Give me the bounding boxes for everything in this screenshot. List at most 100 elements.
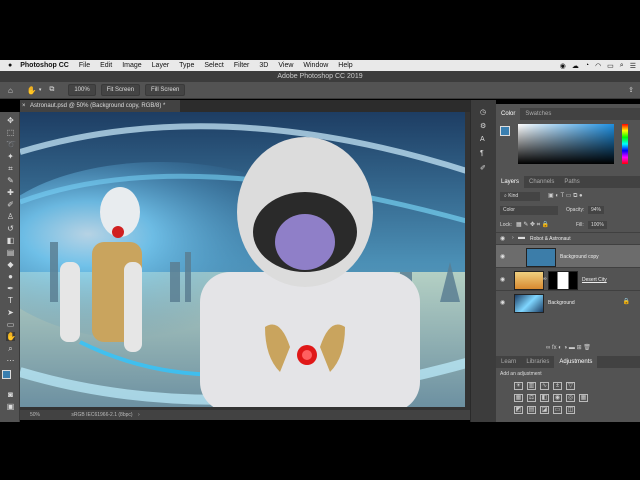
- fill-screen-button[interactable]: Fill Screen: [145, 84, 186, 96]
- menu-photoshop[interactable]: Photoshop CC: [20, 62, 69, 69]
- tab-adjustments[interactable]: Adjustments: [554, 356, 598, 368]
- tab-swatches[interactable]: Swatches: [520, 108, 556, 120]
- hand-tool-icon[interactable]: ✋: [6, 332, 16, 341]
- hue-slider[interactable]: [622, 124, 628, 164]
- black-white-icon[interactable]: ◧: [540, 394, 549, 402]
- quick-mask-icon[interactable]: ◙: [6, 390, 15, 399]
- tab-paths[interactable]: Paths: [559, 176, 584, 188]
- selective-color-icon[interactable]: ◫: [566, 406, 575, 414]
- hand-tool-icon[interactable]: ✋: [27, 86, 37, 95]
- channel-mixer-icon[interactable]: ◎: [566, 394, 575, 402]
- layer-row-desert-city[interactable]: ◉ ∞ Desert City: [496, 267, 640, 291]
- menu-3d[interactable]: 3D: [259, 62, 268, 69]
- sync-icon[interactable]: ◔: [585, 62, 589, 69]
- dodge-tool-icon[interactable]: ●: [6, 272, 15, 281]
- menu-image[interactable]: Image: [122, 62, 141, 69]
- menu-type[interactable]: Type: [179, 62, 194, 69]
- brush-panel-icon[interactable]: ✐: [480, 164, 486, 172]
- scroll-all-windows-icon[interactable]: ⧉: [49, 86, 54, 94]
- layer-mask-thumbnail[interactable]: [548, 271, 578, 290]
- filter-kind-select[interactable]: ⌕ Kind: [500, 192, 540, 201]
- add-mask-icon[interactable]: ◐: [558, 345, 562, 351]
- fill-field[interactable]: 100%: [588, 221, 607, 229]
- more-tools-icon[interactable]: ⋯: [6, 356, 15, 365]
- brightness-contrast-icon[interactable]: ☀: [514, 382, 523, 390]
- blur-tool-icon[interactable]: ◆: [6, 260, 15, 269]
- zoom-tool-icon[interactable]: ⌕: [6, 344, 15, 353]
- new-group-icon[interactable]: ▬: [569, 345, 575, 351]
- hue-saturation-icon[interactable]: ▦: [514, 394, 523, 402]
- menu-filter[interactable]: Filter: [234, 62, 250, 69]
- creative-cloud-icon[interactable]: ☁: [572, 62, 579, 70]
- brush-tool-icon[interactable]: ✐: [6, 200, 15, 209]
- color-lookup-icon[interactable]: ▦: [579, 394, 588, 402]
- apple-icon[interactable]: ●: [8, 62, 12, 69]
- status-icon[interactable]: ◉: [560, 62, 566, 70]
- history-panel-icon[interactable]: ◷: [480, 108, 486, 116]
- menu-help[interactable]: Help: [338, 62, 352, 69]
- layer-row-background[interactable]: ◉ Background 🔒: [496, 290, 640, 314]
- share-icon[interactable]: ⇪: [628, 86, 634, 94]
- lock-icons[interactable]: ▦ ✎ ✥ ⌗ 🔒: [516, 221, 549, 229]
- levels-icon[interactable]: ▥: [527, 382, 536, 390]
- pen-tool-icon[interactable]: ✒: [6, 284, 15, 293]
- tab-learn[interactable]: Learn: [496, 356, 521, 368]
- tab-color[interactable]: Color: [496, 108, 521, 120]
- menu-window[interactable]: Window: [303, 62, 328, 69]
- eyedropper-tool-icon[interactable]: ✎: [6, 176, 15, 185]
- clone-stamp-tool-icon[interactable]: ♙: [6, 212, 15, 221]
- wifi-icon[interactable]: ◠: [595, 62, 601, 70]
- document-tab[interactable]: × Astronaut.psd @ 50% (Background copy, …: [20, 100, 180, 112]
- crop-tool-icon[interactable]: ⌗: [6, 164, 15, 173]
- eye-icon[interactable]: ◉: [500, 299, 505, 306]
- layer-row-background-copy[interactable]: ◉ Background copy: [496, 244, 640, 268]
- tab-libraries[interactable]: Libraries: [521, 356, 554, 368]
- trash-icon[interactable]: 🗑: [583, 345, 591, 351]
- menu-list-icon[interactable]: ☰: [630, 62, 636, 70]
- menu-file[interactable]: File: [79, 62, 90, 69]
- eraser-tool-icon[interactable]: ◧: [6, 236, 15, 245]
- tab-channels[interactable]: Channels: [524, 176, 559, 188]
- type-tool-icon[interactable]: T: [6, 296, 15, 305]
- healing-brush-tool-icon[interactable]: ✚: [6, 188, 15, 197]
- color-picker-field[interactable]: [518, 124, 614, 164]
- opacity-field[interactable]: 94%: [588, 206, 605, 214]
- menu-layer[interactable]: Layer: [152, 62, 170, 69]
- move-tool-icon[interactable]: ✥: [6, 116, 15, 125]
- close-icon[interactable]: ×: [22, 100, 26, 112]
- chain-link-icon[interactable]: ∞: [543, 276, 547, 282]
- color-balance-icon[interactable]: ⚖: [527, 394, 536, 402]
- fit-screen-button[interactable]: Fit Screen: [100, 84, 141, 96]
- eye-icon[interactable]: ◉: [500, 235, 505, 242]
- threshold-icon[interactable]: ◪: [540, 406, 549, 414]
- foreground-color-swatch[interactable]: [2, 370, 11, 379]
- gradient-map-icon[interactable]: ▭: [553, 406, 562, 414]
- zoom-level[interactable]: 50%: [30, 412, 40, 418]
- properties-panel-icon[interactable]: ⚙: [480, 122, 486, 130]
- adjustment-layer-icon[interactable]: ◑: [564, 345, 568, 351]
- home-icon[interactable]: ⌂: [8, 86, 13, 95]
- vibrance-icon[interactable]: ▽: [566, 382, 575, 390]
- layer-filter-icons[interactable]: ▣ ◐ T ▭ ⧉ ●: [548, 192, 583, 200]
- chevron-right-icon[interactable]: ›: [512, 235, 514, 241]
- chevron-right-icon[interactable]: ›: [138, 412, 140, 418]
- link-layers-icon[interactable]: ∞: [546, 345, 550, 351]
- menu-edit[interactable]: Edit: [100, 62, 112, 69]
- tab-layers[interactable]: Layers: [496, 176, 525, 188]
- gradient-tool-icon[interactable]: ▤: [6, 248, 15, 257]
- photo-filter-icon[interactable]: ◉: [553, 394, 562, 402]
- new-layer-icon[interactable]: ⊞: [577, 345, 582, 351]
- posterize-icon[interactable]: ▤: [527, 406, 536, 414]
- fx-icon[interactable]: fx: [552, 345, 557, 351]
- path-selection-tool-icon[interactable]: ➤: [6, 308, 15, 317]
- eye-icon[interactable]: ◉: [500, 276, 505, 283]
- lasso-tool-icon[interactable]: ➰: [6, 140, 16, 149]
- menu-view[interactable]: View: [278, 62, 293, 69]
- color-fg-swatch[interactable]: [500, 126, 510, 136]
- magic-wand-tool-icon[interactable]: ✦: [6, 152, 15, 161]
- shape-tool-icon[interactable]: ▭: [6, 320, 15, 329]
- invert-icon[interactable]: ◩: [514, 406, 523, 414]
- marquee-tool-icon[interactable]: ⬚: [6, 128, 15, 137]
- battery-icon[interactable]: ▭: [607, 62, 614, 70]
- chevron-down-icon[interactable]: ▾: [39, 87, 42, 93]
